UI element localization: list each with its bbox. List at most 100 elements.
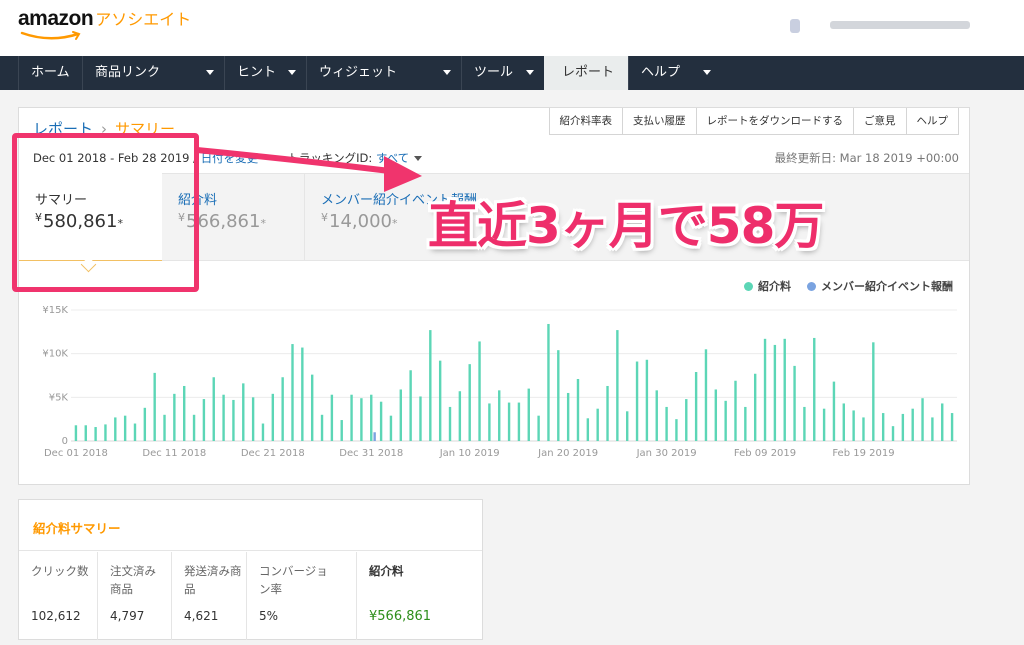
bar-commission <box>734 380 737 441</box>
x-tick-label: Feb 09 2019 <box>734 448 796 459</box>
bar-commission <box>438 360 442 441</box>
bar-commission <box>537 415 540 441</box>
bar-commission <box>852 410 855 441</box>
bar-commission <box>911 408 914 441</box>
bar-commission <box>340 420 343 441</box>
nav-home[interactable]: ホーム <box>18 56 82 90</box>
bar-commission <box>84 425 87 441</box>
bar-commission <box>261 423 265 441</box>
download-report-button[interactable]: レポートをダウンロードする <box>695 108 854 134</box>
annotation-callout: 直近3ヶ月で58万 <box>428 197 824 255</box>
bar-commission <box>222 394 225 441</box>
nav-reports[interactable]: レポート <box>544 56 628 90</box>
change-date-link[interactable]: 日付を変更 <box>201 151 259 165</box>
bar-commission <box>301 347 304 441</box>
bar-commission <box>665 406 668 441</box>
tab-member-referral-value: ¥14,000* <box>321 211 398 232</box>
bar-commission <box>458 391 462 441</box>
x-tick-label: Jan 30 2019 <box>636 448 697 459</box>
logo-subtitle: アソシエイト <box>95 10 192 29</box>
chevron-down-icon <box>703 70 711 75</box>
bar-commission <box>212 377 215 441</box>
top-bar: amazon アソシエイト <box>0 0 1024 56</box>
summary-col-clicks: クリック数 102,612 <box>31 564 89 623</box>
chevron-down-icon <box>443 70 451 75</box>
bar-commission <box>685 399 688 441</box>
summary-col-conversion: コンバージョン率 5% <box>246 552 356 640</box>
bar-commission <box>862 417 865 441</box>
chevron-down-icon <box>206 70 214 75</box>
bar-commission <box>183 385 186 441</box>
bar-commission <box>360 398 363 441</box>
bar-commission <box>271 393 275 441</box>
legend-dot-commission <box>744 281 753 291</box>
nav-help[interactable]: ヘルプ <box>628 56 721 90</box>
help-button[interactable]: ヘルプ <box>905 108 959 134</box>
bar-commission <box>74 425 78 441</box>
bar-member-referral <box>373 432 376 441</box>
bar-commission <box>123 415 127 441</box>
earnings-bar-chart: 0 ¥5K ¥10K ¥15K Dec 01 2018 Dec 11 2018 Dec 21… <box>42 305 957 459</box>
y-tick-label: ¥10K <box>42 349 68 360</box>
bar-commission <box>429 330 432 441</box>
bar-commission <box>891 426 895 441</box>
bar-commission <box>370 394 373 441</box>
bar-commission <box>842 403 845 441</box>
bar-commission <box>773 344 777 441</box>
bar-commission <box>793 365 796 441</box>
y-tick-label: 0 <box>62 436 68 447</box>
payment-history-button[interactable]: 支払い履歴 <box>622 108 696 134</box>
bar-commission <box>468 364 471 441</box>
chevron-down-icon <box>526 70 534 75</box>
legend-commission[interactable]: 紹介料 <box>758 278 791 294</box>
bar-commission <box>330 394 334 441</box>
bar-commission <box>163 414 166 441</box>
bar-commission <box>153 372 156 441</box>
nav-hints[interactable]: ヒント <box>224 56 306 90</box>
bar-commission <box>586 418 590 441</box>
last-updated: 最終更新日: Mar 18 2019 +00:00 <box>774 151 959 165</box>
bar-commission <box>114 417 117 441</box>
commission-summary-panel: 紹介料サマリー クリック数 102,612 注文済み商品 4,797 発送済み商… <box>18 499 483 640</box>
chevron-down-icon <box>288 70 296 75</box>
bar-commission <box>626 411 629 441</box>
bar-commission <box>832 381 836 441</box>
commission-rates-button[interactable]: 紹介料率表 <box>550 108 623 134</box>
chart-legend: 紹介料 メンバー紹介イベント報酬 <box>732 278 953 294</box>
summary-col-ordered: 注文済み商品 4,797 <box>97 552 171 640</box>
bar-commission <box>507 402 511 441</box>
nav-widgets[interactable]: ウィジェット <box>306 56 461 90</box>
bar-commission <box>714 389 718 441</box>
bar-commission <box>822 408 826 441</box>
bar-commission <box>881 413 885 441</box>
bar-commission <box>281 377 284 441</box>
bar-commission <box>320 414 324 441</box>
bar-commission <box>872 342 875 441</box>
x-tick-label: Feb 19 2019 <box>832 448 894 459</box>
bar-commission <box>763 338 767 441</box>
bar-commission <box>310 374 314 441</box>
x-tick-label: Dec 31 2018 <box>339 448 403 459</box>
x-tick-label: Jan 20 2019 <box>537 448 598 459</box>
bar-commission <box>616 330 619 441</box>
bar-commission <box>419 396 422 441</box>
bar-commission <box>576 378 580 441</box>
bar-commission <box>192 414 196 441</box>
bar-commission <box>104 424 107 441</box>
bar-commission <box>635 361 639 441</box>
tracking-id-label: トラッキングID: <box>287 151 373 165</box>
feedback-button[interactable]: ご意見 <box>853 108 906 134</box>
bar-commission <box>448 406 452 441</box>
legend-member-referral[interactable]: メンバー紹介イベント報酬 <box>821 278 953 294</box>
amazon-associates-logo[interactable]: amazon アソシエイト <box>18 6 192 40</box>
y-tick-label: ¥15K <box>42 305 68 316</box>
x-tick-label: Dec 01 2018 <box>44 448 108 459</box>
nav-tools[interactable]: ツール <box>461 56 544 90</box>
bar-commission <box>606 385 609 441</box>
user-account-blurred[interactable] <box>790 16 980 36</box>
nav-product-links[interactable]: 商品リンク <box>82 56 224 90</box>
tracking-id-select[interactable]: すべて <box>376 151 409 165</box>
bar-commission <box>350 394 353 441</box>
bar-commission <box>291 344 294 441</box>
x-tick-label: Dec 11 2018 <box>142 448 206 459</box>
